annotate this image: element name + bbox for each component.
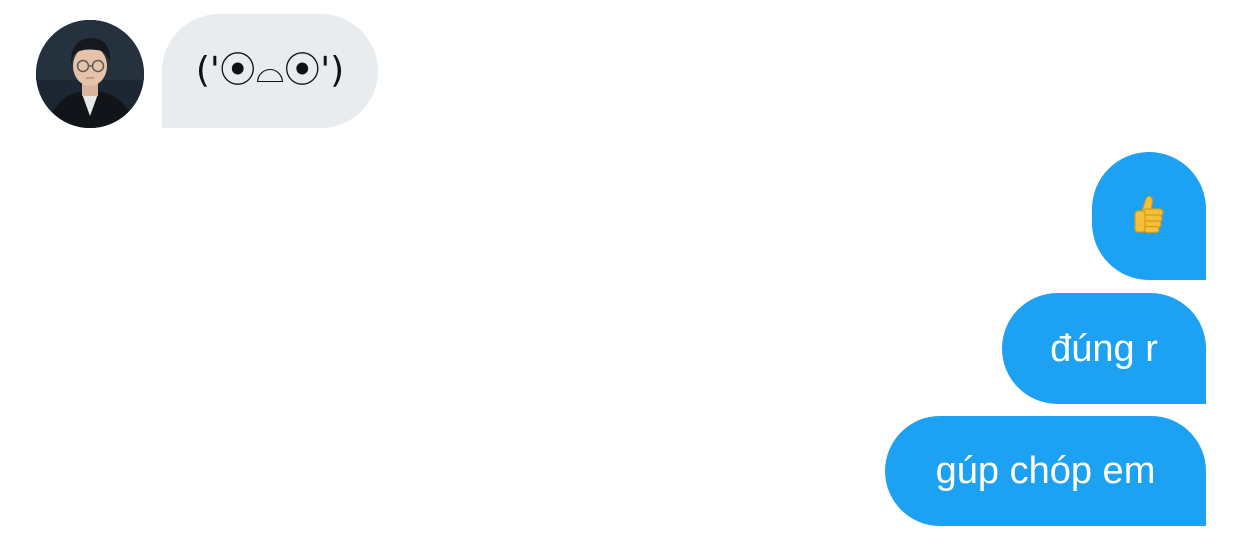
- message-bubble-outgoing[interactable]: đúng r: [1002, 293, 1206, 404]
- message-text: ('⦿⌓⦿'): [195, 50, 345, 91]
- conversation-view: ('⦿⌓⦿') đúng r gúp chóp em: [0, 0, 1242, 544]
- message-text: gúp chóp em: [935, 450, 1156, 492]
- message-bubble-incoming[interactable]: ('⦿⌓⦿'): [162, 14, 378, 128]
- contact-avatar[interactable]: [36, 20, 144, 128]
- avatar-photo: [36, 20, 144, 128]
- message-bubble-outgoing[interactable]: [1092, 152, 1206, 280]
- message-bubble-outgoing[interactable]: gúp chóp em: [885, 416, 1206, 526]
- message-text: đúng r: [1050, 327, 1158, 370]
- thumbs-up-icon: [1127, 191, 1171, 242]
